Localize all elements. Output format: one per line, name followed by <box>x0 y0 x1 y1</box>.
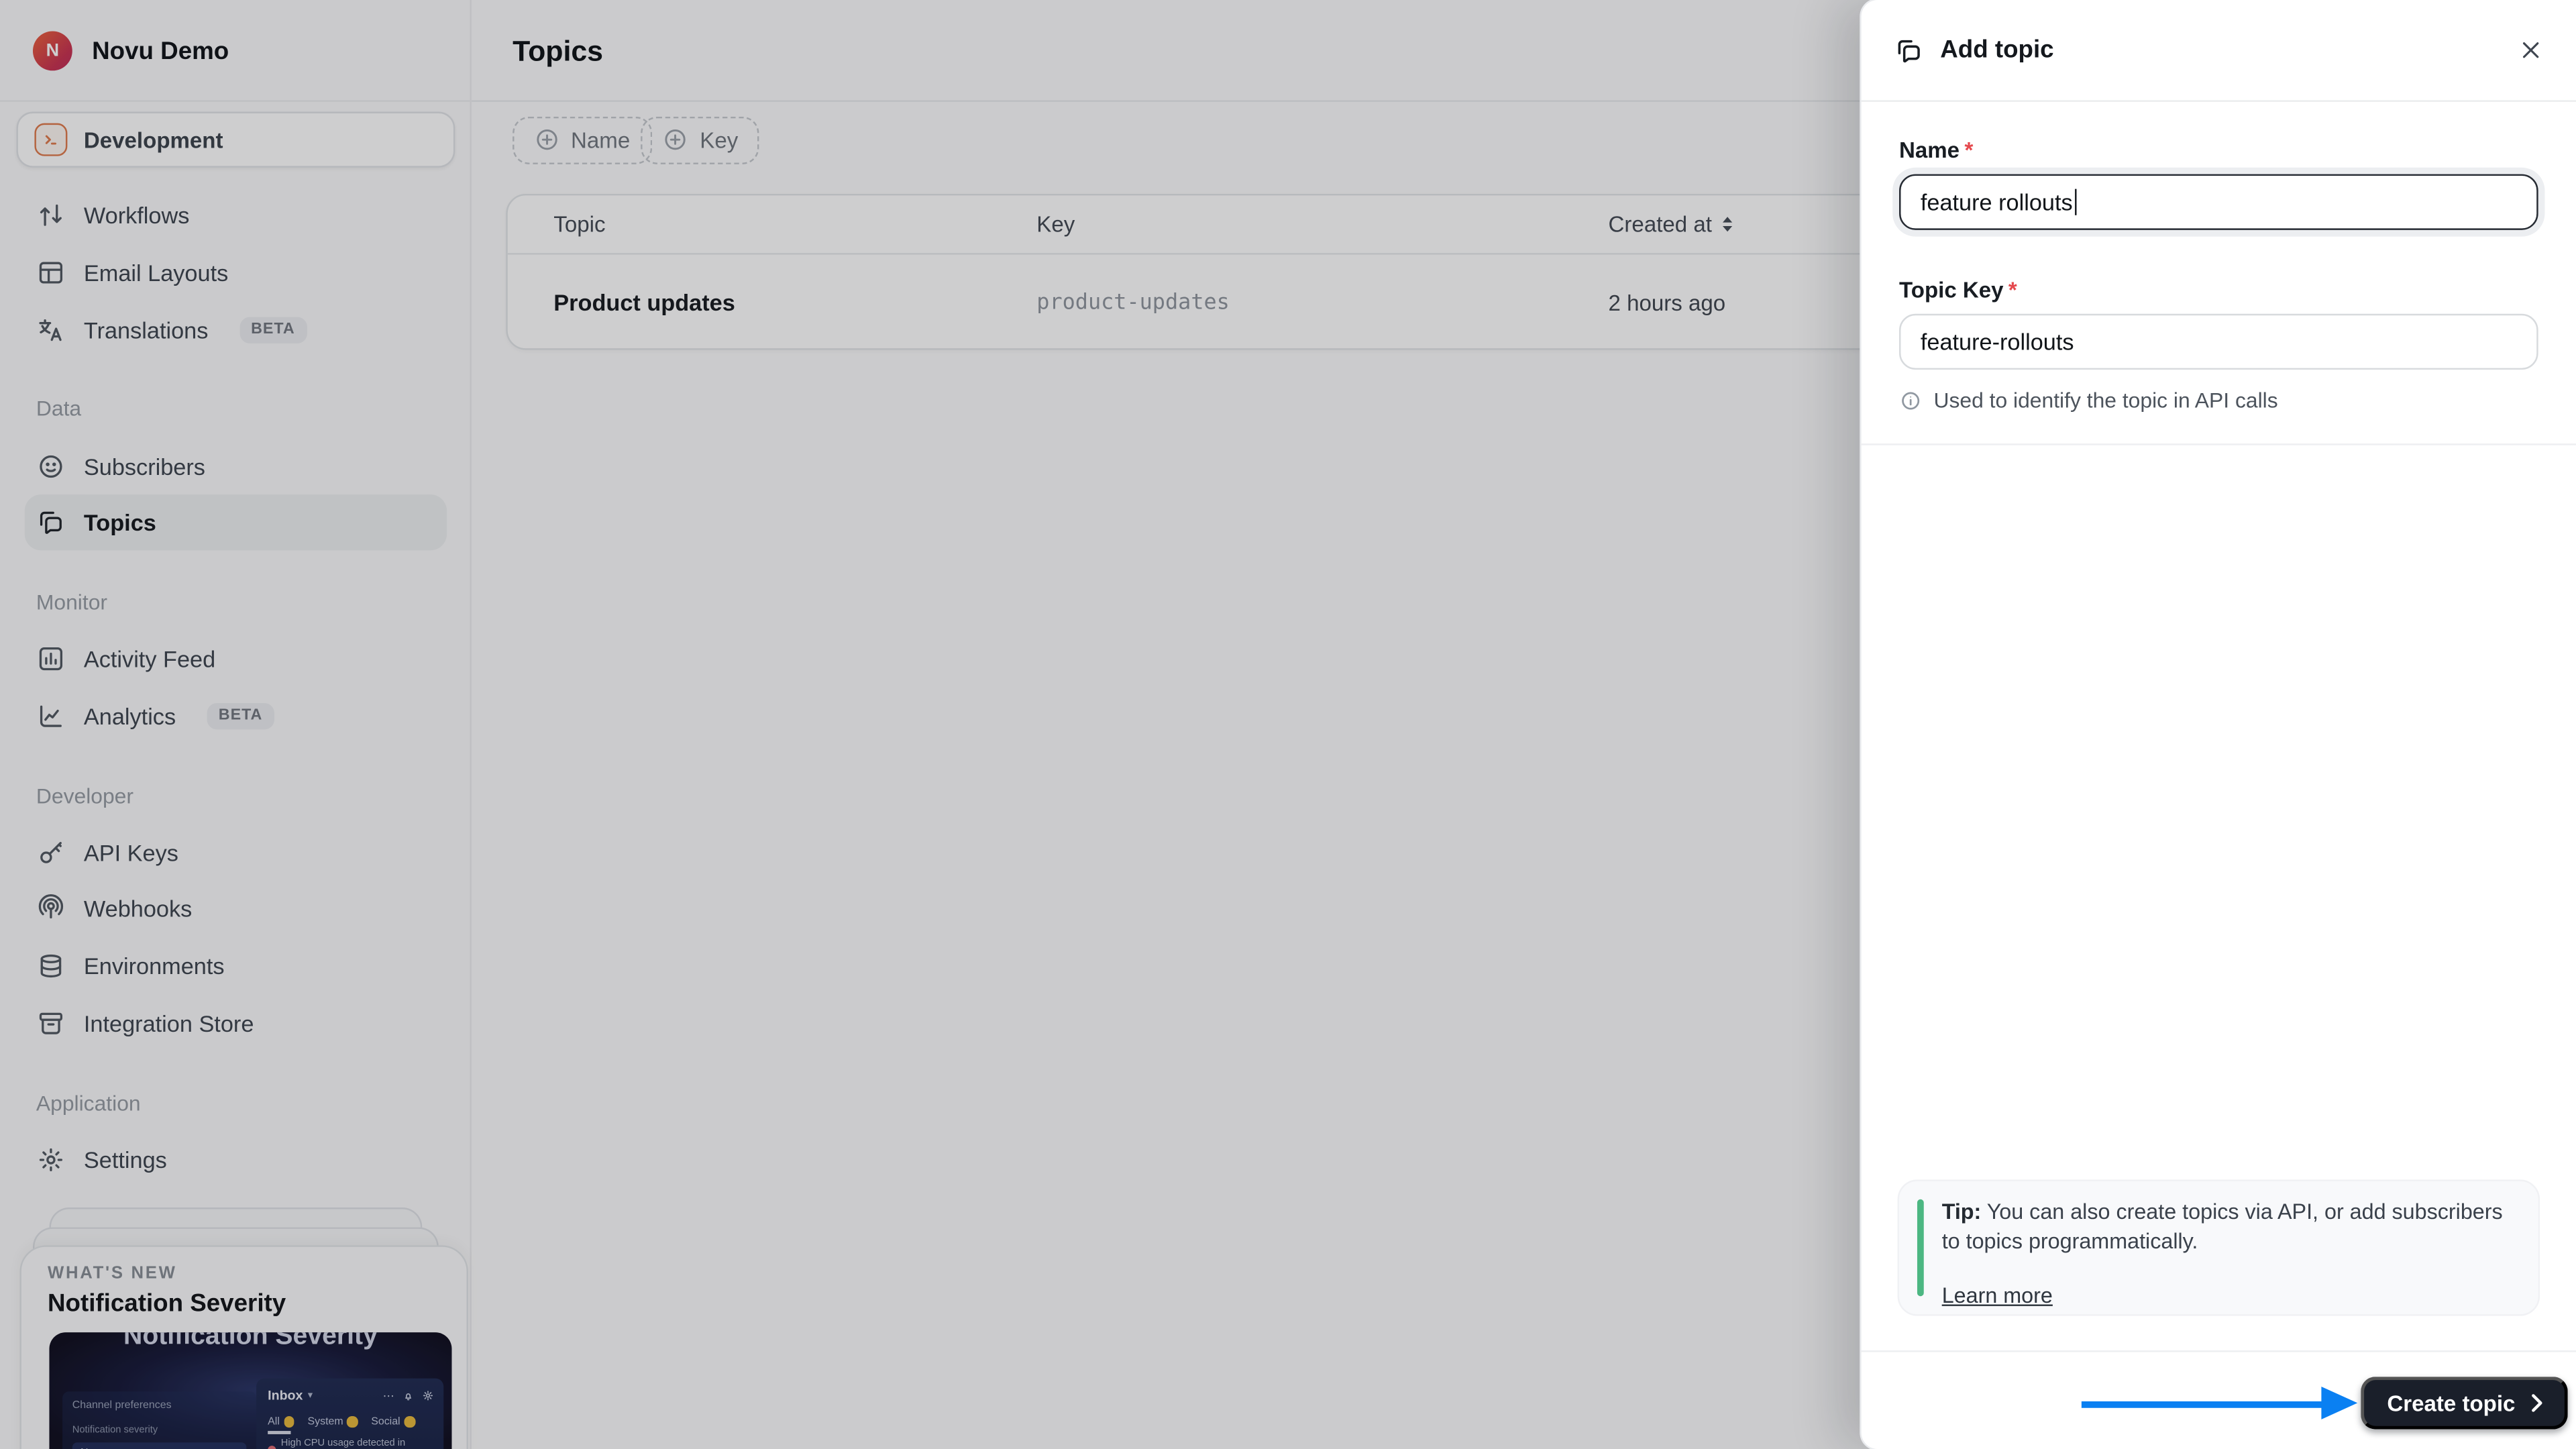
required-asterisk: * <box>1964 138 1974 163</box>
tip-text: Tip: You can also create topics via API,… <box>1941 1199 2503 1254</box>
topic-key-field-label: Topic Key * <box>1899 277 2017 303</box>
info-icon <box>1899 388 1922 411</box>
chevron-right-icon <box>2532 1394 2542 1412</box>
add-topic-drawer: Add topic Name * feature rollouts Topic K… <box>1861 0 2576 1449</box>
create-topic-button[interactable]: Create topic <box>2361 1377 2568 1430</box>
topics-icon <box>1894 36 1924 65</box>
topic-key-input[interactable]: feature-rollouts <box>1899 313 2538 370</box>
text-cursor <box>2074 189 2077 215</box>
required-asterisk: * <box>2008 277 2017 303</box>
section-divider <box>1861 443 2576 445</box>
drawer-title: Add topic <box>1940 36 2054 64</box>
novu-app-window: N Novu Demo Development Workflows Email … <box>0 0 2576 1449</box>
drawer-header: Add topic <box>1861 0 2576 102</box>
close-icon[interactable] <box>2510 30 2550 70</box>
tip-accent-bar <box>1917 1199 1923 1297</box>
tip-callout: Tip: You can also create topics via API,… <box>1897 1179 2540 1316</box>
arrow-head-icon <box>2321 1386 2358 1419</box>
learn-more-link[interactable]: Learn more <box>1942 1283 2053 1308</box>
topic-key-helper: Used to identify the topic in API calls <box>1899 388 2278 413</box>
arrow-shaft <box>2081 1401 2323 1407</box>
name-field-label: Name * <box>1899 138 1974 163</box>
footer-divider <box>1861 1350 2576 1352</box>
name-input[interactable]: feature rollouts <box>1899 174 2538 230</box>
